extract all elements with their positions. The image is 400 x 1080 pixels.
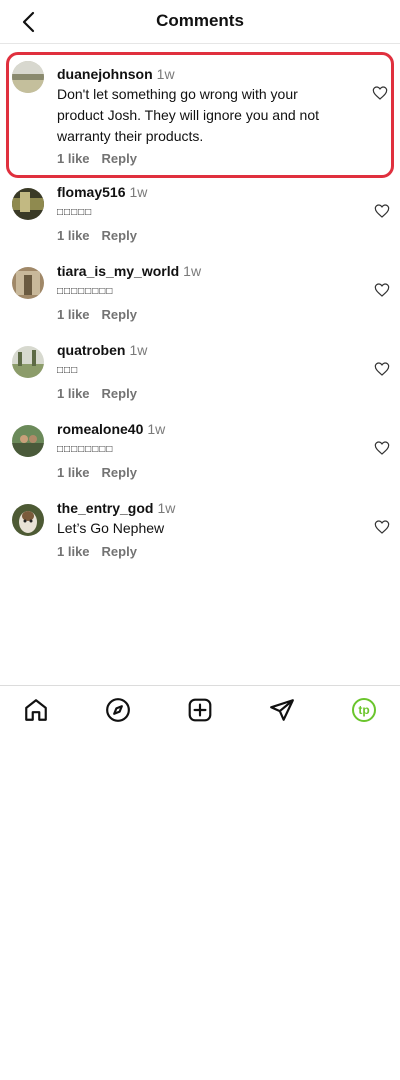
comment-time: 1w (147, 421, 166, 437)
comment-text: □□□□□ (57, 207, 93, 218)
nav-explore[interactable] (104, 696, 132, 724)
like-count[interactable]: 1 like (57, 151, 90, 166)
like-count[interactable]: 1 like (57, 544, 90, 559)
comment-text: Don't let something go wrong with your p… (57, 86, 320, 144)
comment-username[interactable]: duanejohnson (57, 66, 153, 82)
nav-create[interactable] (186, 696, 214, 724)
comment-time: 1w (157, 500, 176, 516)
heart-icon[interactable] (374, 440, 390, 456)
like-count[interactable]: 1 like (57, 307, 90, 322)
comment-time: 1w (183, 263, 202, 279)
avatar[interactable] (12, 346, 44, 378)
comment-text: □□□ (57, 365, 79, 376)
comment-text: □□□□□□□□ (57, 286, 114, 297)
page-title: Comments (156, 11, 244, 30)
comment-username[interactable]: quatroben (57, 342, 125, 358)
avatar[interactable] (12, 267, 44, 299)
reply-button[interactable]: Reply (102, 307, 137, 322)
comment-list: duanejohnson 1w Don't let something go wr… (0, 52, 400, 578)
like-count[interactable]: 1 like (57, 228, 90, 243)
comment-item: romealone40 1w □□□□□□□□ 1 like Reply (0, 420, 400, 499)
nav-profile[interactable]: tp (350, 696, 378, 724)
explore-icon (106, 698, 130, 722)
heart-icon[interactable] (374, 203, 390, 219)
comment-time: 1w (129, 342, 148, 358)
avatar[interactable] (12, 425, 44, 457)
reply-button[interactable]: Reply (102, 228, 137, 243)
reply-button[interactable]: Reply (102, 465, 137, 480)
reply-button[interactable]: Reply (102, 151, 137, 166)
like-count[interactable]: 1 like (57, 465, 90, 480)
profile-icon: tp (352, 698, 376, 722)
comment-text: Let’s Go Nephew (57, 520, 165, 536)
avatar[interactable] (12, 504, 44, 536)
comment-item: quatroben 1w □□□ 1 like Reply (0, 341, 400, 420)
heart-icon[interactable] (372, 85, 388, 101)
comment-item: flomay516 1w □□□□□ 1 like Reply (0, 183, 400, 262)
comment-time: 1w (129, 184, 148, 200)
nav-direct[interactable] (268, 696, 296, 724)
comment-username[interactable]: romealone40 (57, 421, 143, 437)
comment-username[interactable]: the_entry_god (57, 500, 153, 516)
comment-text: □□□□□□□□ (57, 444, 114, 455)
bottom-nav-bar: tp (0, 685, 400, 733)
reply-button[interactable]: Reply (102, 386, 137, 401)
comment-item: duanejohnson 1w Don't let something go wr… (6, 52, 394, 178)
like-count[interactable]: 1 like (57, 386, 90, 401)
comment-username[interactable]: tiara_is_my_world (57, 263, 179, 279)
comment-username[interactable]: flomay516 (57, 184, 125, 200)
direct-icon (270, 699, 294, 721)
heart-icon[interactable] (374, 361, 390, 377)
comment-time: 1w (156, 66, 175, 82)
heart-icon[interactable] (374, 519, 390, 535)
comment-item: tiara_is_my_world 1w □□□□□□□□ 1 like Reply (0, 262, 400, 341)
avatar[interactable] (12, 61, 44, 93)
avatar[interactable] (12, 188, 44, 220)
create-icon (188, 698, 212, 722)
comment-item: the_entry_god 1w Let’s Go Nephew 1 like Re… (0, 499, 400, 578)
reply-button[interactable]: Reply (102, 544, 137, 559)
header-bar: Comments (0, 0, 400, 44)
nav-home[interactable] (22, 696, 50, 724)
heart-icon[interactable] (374, 282, 390, 298)
home-icon (25, 699, 47, 721)
